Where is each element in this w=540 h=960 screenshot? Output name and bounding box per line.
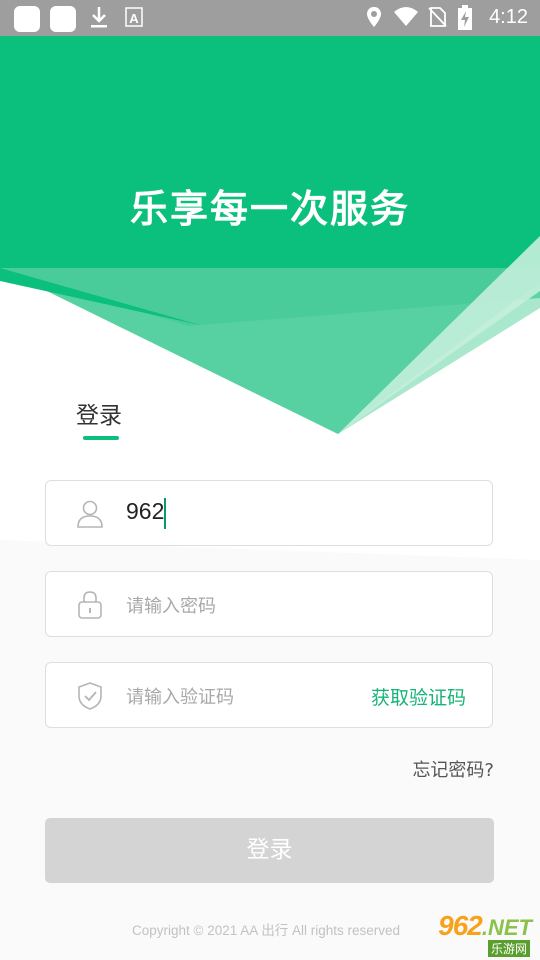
status-bar: A 4:12 (0, 0, 540, 36)
watermark-logo: 962.NET 乐游网 (438, 910, 532, 957)
forgot-password-link[interactable]: 忘记密码? (412, 756, 494, 782)
text-caret (164, 498, 166, 529)
tab-indicator (83, 436, 119, 440)
hero-slogan: 乐享每一次服务 (129, 187, 410, 231)
password-field[interactable]: 请输入密码 (45, 571, 493, 637)
get-code-button[interactable]: 获取验证码 (371, 683, 466, 710)
code-placeholder[interactable]: 请输入验证码 (126, 683, 234, 709)
watermark-suffix: .NET (481, 915, 532, 940)
wifi-icon (394, 7, 418, 26)
status-time: 4:12 (489, 6, 528, 28)
location-icon (367, 7, 381, 27)
code-field[interactable]: 请输入验证码 获取验证码 (45, 662, 493, 728)
download-icon (91, 7, 107, 28)
hero-banner: 乐享每一次服务 (0, 36, 540, 446)
copyright-text: Copyright © 2021 AA 出行 All rights reserv… (132, 923, 401, 938)
shield-icon (78, 682, 102, 710)
battery-charging-icon (458, 5, 472, 30)
user-icon (77, 500, 103, 528)
login-button[interactable]: 登录 (45, 818, 494, 883)
watermark-main: 962 (438, 910, 483, 941)
svg-text:A: A (129, 11, 139, 26)
watermark-sub: 乐游网 (487, 940, 530, 957)
phone-field[interactable]: 962 (45, 480, 493, 546)
lock-icon (78, 591, 102, 619)
no-sim-icon (428, 7, 447, 27)
app-square-icon (50, 6, 76, 32)
phone-value[interactable]: 962 (126, 498, 164, 525)
tab-login[interactable]: 登录 (76, 396, 122, 430)
app-square-icon (14, 6, 40, 32)
password-placeholder[interactable]: 请输入密码 (126, 592, 216, 618)
hero-background (0, 36, 540, 434)
font-a-icon: A (125, 7, 143, 27)
